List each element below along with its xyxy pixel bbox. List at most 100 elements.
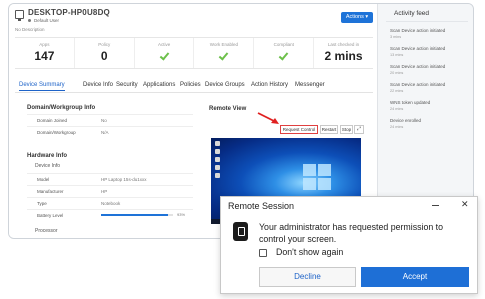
actions-button[interactable]: Actions ▾ [341, 12, 373, 23]
tablet-icon [233, 222, 248, 241]
check-icon [159, 50, 169, 61]
domain-row: Domain Joined No [27, 114, 193, 124]
stat-active: Active [133, 38, 194, 68]
desktop-app-icon [215, 141, 220, 146]
dont-show-again-label[interactable]: Don't show again [276, 247, 343, 257]
device-icon [15, 10, 24, 21]
hardware-row-value: HP Laptop 15s-du1xxx [101, 177, 147, 182]
feed-item: Scan Device action initiated 20 mins [390, 64, 466, 75]
feed-item: Scan Device action initiated 13 mins [390, 46, 466, 57]
device-tabs: Device Summary Device Info Security Appl… [15, 80, 373, 93]
desktop-app-icon [215, 149, 220, 154]
red-arrow-icon [257, 112, 279, 124]
device-header: DESKTOP-HP0U8DQ Default User No Descript… [9, 4, 377, 34]
domain-row: Domain/Workgroup N/A [27, 126, 193, 136]
stat-last-checked-in: Last checked in 2 mins [313, 38, 373, 68]
feed-item-text: Scan Device action initiated [390, 82, 446, 87]
minimize-icon[interactable] [432, 205, 439, 206]
decline-button[interactable]: Decline [259, 267, 356, 287]
feed-item-time: 24 mins [390, 107, 404, 111]
feed-item: Device enrolled 24 mins [390, 118, 466, 129]
stat-value: 147 [34, 49, 55, 63]
stat-apps: Apps 147 [15, 38, 74, 68]
feed-item-text: Scan Device action initiated [390, 46, 446, 51]
tab-messenger[interactable]: Messenger [295, 82, 325, 88]
stat-work-enabled: Work Enabled [193, 38, 253, 68]
battery-level-value: 93% [177, 212, 186, 217]
stat-value: 2 mins [324, 49, 363, 63]
stat-label: Policy [98, 42, 111, 47]
desktop-app-icon [215, 173, 220, 178]
tab-security[interactable]: Security [116, 82, 138, 88]
activity-feed-title: Activity feed [394, 10, 430, 17]
dialog-title: Remote Session [228, 201, 295, 211]
tab-device-summary[interactable]: Device Summary [19, 82, 65, 91]
battery-level-bar [101, 214, 173, 216]
hardware-row-value: HP [101, 189, 108, 194]
check-icon [278, 50, 289, 61]
hardware-row: Type Notebook [27, 197, 193, 207]
stat-label: Compliant [273, 42, 294, 47]
domain-row-key: Domain/Workgroup [37, 130, 76, 135]
domain-info-card: Domain/Workgroup Info Domain Joined No D… [27, 101, 193, 145]
feed-item-text: Scan Device action initiated [390, 28, 446, 33]
feed-item-text: Scan Device action initiated [390, 64, 446, 69]
stop-button[interactable]: Stop [340, 125, 353, 134]
hardware-info-card: Hardware Info Device Info Model HP Lapto… [27, 151, 193, 238]
restart-button[interactable]: Restart [320, 125, 338, 134]
hardware-row-key: Manufacturer [37, 189, 64, 194]
windows-logo-icon [303, 164, 333, 192]
feed-item: Scan Device action initiated 3 mins [390, 28, 466, 39]
expand-icon[interactable]: ⤢ [354, 125, 364, 134]
stat-label: Last checked in [327, 42, 360, 47]
feed-item: Scan Device action initiated 22 mins [390, 82, 466, 93]
feed-item-text: WNS token updated [390, 100, 431, 105]
hardware-row-battery: Battery Level 93% [27, 209, 193, 219]
dialog-message: Your administrator has requested permiss… [259, 222, 444, 244]
user-icon [28, 19, 31, 22]
accept-button[interactable]: Accept [361, 267, 469, 287]
remote-session-dialog: Remote Session ✕ Your administrator has … [220, 196, 478, 294]
divider [386, 21, 468, 22]
processor-subtitle[interactable]: Processor [35, 228, 58, 234]
hardware-row-key: Type [37, 201, 47, 206]
device-info-subtitle[interactable]: Device Info [35, 163, 60, 169]
tab-device-groups[interactable]: Device Groups [205, 82, 245, 88]
device-name: DESKTOP-HP0U8DQ [28, 8, 110, 17]
desktop-app-icon [215, 165, 220, 170]
device-stats: Apps 147 Policy 0 Active Work Enabled Co… [15, 37, 373, 69]
device-user[interactable]: Default User [34, 18, 59, 23]
remote-view-title: Remote View [209, 106, 247, 112]
feed-item-text: Device enrolled [390, 118, 422, 123]
feed-item-time: 3 mins [390, 35, 402, 39]
tab-policies[interactable]: Policies [180, 82, 201, 88]
stat-label: Active [157, 42, 171, 47]
request-control-button[interactable]: Request Control [280, 125, 318, 134]
tab-applications[interactable]: Applications [143, 82, 175, 88]
domain-row-key: Domain Joined [37, 118, 68, 123]
tab-action-history[interactable]: Action History [251, 82, 288, 88]
feed-item-time: 22 mins [390, 89, 404, 93]
tab-device-info[interactable]: Device Info [83, 82, 113, 88]
feed-item-time: 13 mins [390, 53, 404, 57]
stat-compliant: Compliant [253, 38, 313, 68]
feed-item: WNS token updated 24 mins [390, 100, 466, 111]
stat-label: Work Enabled [209, 42, 238, 47]
check-icon [219, 50, 229, 61]
hardware-row: Model HP Laptop 15s-du1xxx [27, 173, 193, 183]
stat-value: 0 [100, 49, 108, 63]
domain-row-value: N/A [101, 130, 109, 135]
device-description: No Description [15, 27, 45, 32]
battery-level-fill [101, 214, 168, 216]
desktop-app-icon [215, 157, 220, 162]
hardware-row: Manufacturer HP [27, 185, 193, 195]
dont-show-again-checkbox[interactable] [259, 249, 267, 257]
hardware-row-key: Battery Level [37, 213, 64, 218]
feed-item-time: 24 mins [390, 125, 404, 129]
domain-info-title: Domain/Workgroup Info [27, 105, 96, 111]
stat-policy: Policy 0 [73, 38, 134, 68]
domain-row-value: No [101, 118, 107, 123]
hardware-row-value: Notebook [101, 201, 121, 206]
close-icon[interactable]: ✕ [461, 199, 469, 210]
hardware-info-title: Hardware Info [27, 153, 68, 159]
